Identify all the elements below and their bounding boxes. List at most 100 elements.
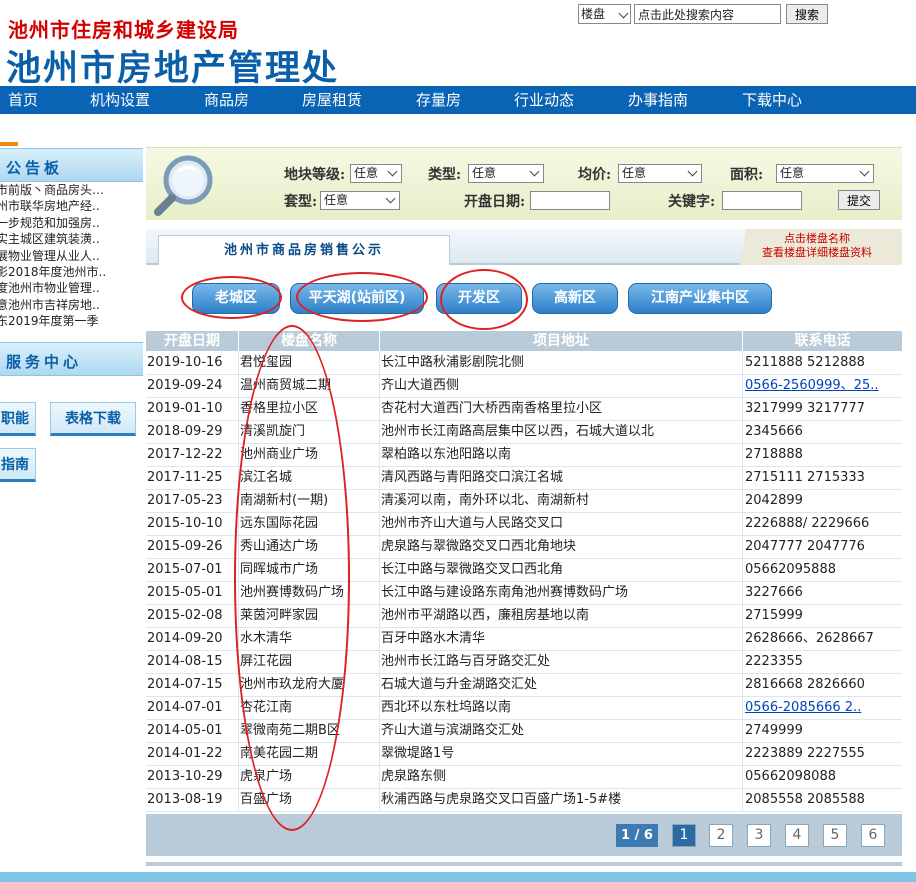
table-row: 2014-07-01 杏花江南 西北环以东杜坞路以南 0566-2085666 2.. bbox=[146, 697, 902, 720]
nav-item-guide[interactable]: 办事指南 bbox=[628, 86, 688, 114]
cell-name[interactable]: 池州赛博数码广场 bbox=[239, 582, 379, 604]
avg-price-select[interactable]: 任意 bbox=[618, 164, 702, 183]
cell-name[interactable]: 翠微南苑二期B区 bbox=[239, 720, 379, 742]
cell-phone: 2715999 bbox=[745, 608, 803, 623]
cell-address: 长江中路与翠微路交叉口西北角 bbox=[381, 562, 564, 577]
cell-phone[interactable]: 0566-2560999、25.. bbox=[744, 375, 902, 397]
page-4[interactable]: 4 bbox=[785, 824, 809, 847]
table-row: 2019-09-24 温州商贸城二期 齐山大道西侧 0566-2560999、25.. bbox=[146, 375, 902, 398]
service-duty-button[interactable]: 职能 bbox=[0, 402, 36, 436]
cell-name[interactable]: 百盛广场 bbox=[239, 789, 379, 811]
cell-name[interactable]: 池州商业广场 bbox=[239, 444, 379, 466]
table-row: 2014-08-15 屏江花园 池州市长江路与百牙路交汇处 2223355 bbox=[146, 651, 902, 674]
filter-panel: 地块等级: 任意 类型: 任意 均价: 任意 面积: 任意 套型: 任意 开盘日… bbox=[146, 147, 902, 220]
notice-item[interactable]: 州市联华房地产经.. bbox=[0, 198, 143, 214]
main-nav: 首页 机构设置 商品房 房屋租赁 存量房 行业动态 办事指南 下载中心 bbox=[0, 86, 916, 114]
service-guide-button[interactable]: 指南 bbox=[0, 448, 36, 482]
page-indicator: 1 / 6 bbox=[616, 824, 658, 847]
cell-phone: 3227666 bbox=[745, 585, 803, 600]
land-grade-label: 地块等级: bbox=[284, 167, 346, 183]
land-grade-select[interactable]: 任意 bbox=[350, 164, 402, 183]
type-value: 任意 bbox=[472, 166, 497, 180]
area-button-dev-zone[interactable]: 开发区 bbox=[436, 283, 522, 314]
page-2[interactable]: 2 bbox=[709, 824, 733, 847]
type-select[interactable]: 任意 bbox=[468, 164, 544, 183]
nav-item-news[interactable]: 行业动态 bbox=[514, 86, 574, 114]
notice-item[interactable]: 东2019年度第一季 bbox=[0, 313, 143, 329]
notice-item[interactable]: 意池州市吉祥房地.. bbox=[0, 297, 143, 313]
page-3[interactable]: 3 bbox=[747, 824, 771, 847]
keyword-input[interactable] bbox=[722, 191, 802, 210]
cell-name[interactable]: 温州商贸城二期 bbox=[239, 375, 379, 397]
notice-item[interactable]: 市前版丶商品房头… bbox=[0, 182, 143, 198]
nav-item-download[interactable]: 下载中心 bbox=[742, 86, 802, 114]
notice-item[interactable]: 实主城区建筑装潢.. bbox=[0, 231, 143, 247]
cell-name[interactable]: 远东国际花园 bbox=[239, 513, 379, 535]
nav-item-rental[interactable]: 房屋租赁 bbox=[302, 86, 362, 114]
cell-name[interactable]: 虎泉广场 bbox=[239, 766, 379, 788]
cell-name[interactable]: 莱茵河畔家园 bbox=[239, 605, 379, 627]
chevron-down-icon bbox=[687, 166, 698, 177]
service-duty-label: 职能 bbox=[1, 411, 29, 427]
cell-name[interactable]: 水木清华 bbox=[239, 628, 379, 650]
layout-select[interactable]: 任意 bbox=[320, 191, 400, 210]
cell-name[interactable]: 秀山通达广场 bbox=[239, 536, 379, 558]
cell-phone[interactable]: 0566-2085666 2.. bbox=[744, 697, 902, 719]
page-1[interactable]: 1 bbox=[672, 824, 696, 847]
submit-button[interactable]: 提交 bbox=[838, 190, 880, 210]
search-type-select[interactable]: 楼盘 bbox=[578, 4, 631, 24]
cell-name[interactable]: 香格里拉小区 bbox=[239, 398, 379, 420]
page-6[interactable]: 6 bbox=[861, 824, 885, 847]
cell-address: 石城大道与升金湖路交汇处 bbox=[381, 677, 538, 692]
nav-item-home[interactable]: 首页 bbox=[8, 86, 38, 114]
column-divider bbox=[742, 351, 743, 811]
nav-item-commercial[interactable]: 商品房 bbox=[204, 86, 249, 114]
cell-name[interactable]: 池州市玖龙府大厦 bbox=[239, 674, 379, 696]
notice-item[interactable]: 度池州市物业管理.. bbox=[0, 280, 143, 296]
table-row: 2019-10-16 君悦玺园 长江中路秋浦影剧院北侧 5211888 5212888 bbox=[146, 352, 902, 375]
cell-name[interactable]: 清溪凯旋门 bbox=[239, 421, 379, 443]
cell-address: 虎泉路东侧 bbox=[381, 769, 447, 784]
cell-address: 虎泉路与翠微路交叉口西北角地块 bbox=[381, 539, 577, 554]
cell-date: 2019-09-24 bbox=[147, 378, 223, 393]
cell-date: 2015-09-26 bbox=[147, 539, 223, 554]
area-button-pingtian[interactable]: 平天湖(站前区) bbox=[290, 283, 424, 314]
service-center-title: 服务中心 bbox=[6, 353, 83, 371]
cell-name[interactable]: 同晖城市广场 bbox=[239, 559, 379, 581]
page-5[interactable]: 5 bbox=[823, 824, 847, 847]
cell-name[interactable]: 滨江名城 bbox=[239, 467, 379, 489]
type-label: 类型: bbox=[428, 167, 462, 183]
cell-date: 2014-01-22 bbox=[147, 746, 223, 761]
open-date-label: 开盘日期: bbox=[464, 194, 526, 210]
cell-name[interactable]: 杏花江南 bbox=[239, 697, 379, 719]
area-button-jiangnan[interactable]: 江南产业集中区 bbox=[628, 283, 772, 314]
service-form-download-button[interactable]: 表格下载 bbox=[50, 402, 136, 436]
notice-item[interactable]: 展物业管理从业人.. bbox=[0, 248, 143, 264]
notice-list: 市前版丶商品房头… 州市联华房地产经.. 一步规范和加强房.. 实主城区建筑装潢… bbox=[0, 182, 143, 330]
area-button-old-town[interactable]: 老城区 bbox=[192, 283, 280, 314]
open-date-input[interactable] bbox=[530, 191, 610, 210]
cell-name[interactable]: 南美花园二期 bbox=[239, 743, 379, 765]
col-header-date: 开盘日期 bbox=[146, 331, 238, 351]
search-button[interactable]: 搜索 bbox=[786, 4, 828, 24]
search-input[interactable] bbox=[634, 4, 781, 24]
nav-item-org[interactable]: 机构设置 bbox=[90, 86, 150, 114]
area-button-hi-tech[interactable]: 高新区 bbox=[532, 283, 618, 314]
cell-phone: 2715111 2715333 bbox=[745, 470, 865, 485]
cell-date: 2014-07-01 bbox=[147, 700, 223, 715]
footer-bar bbox=[0, 872, 916, 882]
cell-name[interactable]: 南湖新村(一期) bbox=[239, 490, 379, 512]
notice-item[interactable]: 影2018年度池州市.. bbox=[0, 264, 143, 280]
cell-date: 2019-10-16 bbox=[147, 355, 223, 370]
notice-item[interactable]: 一步规范和加强房.. bbox=[0, 215, 143, 231]
area-select[interactable]: 任意 bbox=[776, 164, 874, 183]
cell-address: 清风西路与青阳路交口滨江名城 bbox=[381, 470, 564, 485]
magnifier-icon bbox=[154, 155, 213, 216]
cell-phone: 2226888/ 2229666 bbox=[745, 516, 870, 531]
nav-item-stock[interactable]: 存量房 bbox=[416, 86, 461, 114]
cell-name[interactable]: 君悦玺园 bbox=[239, 352, 379, 374]
cell-phone: 2816668 2826660 bbox=[745, 677, 865, 692]
cell-date: 2014-09-20 bbox=[147, 631, 223, 646]
cell-name[interactable]: 屏江花园 bbox=[239, 651, 379, 673]
table-row: 2015-02-08 莱茵河畔家园 池州市平湖路以西，廉租房基地以南 2715999 bbox=[146, 605, 902, 628]
